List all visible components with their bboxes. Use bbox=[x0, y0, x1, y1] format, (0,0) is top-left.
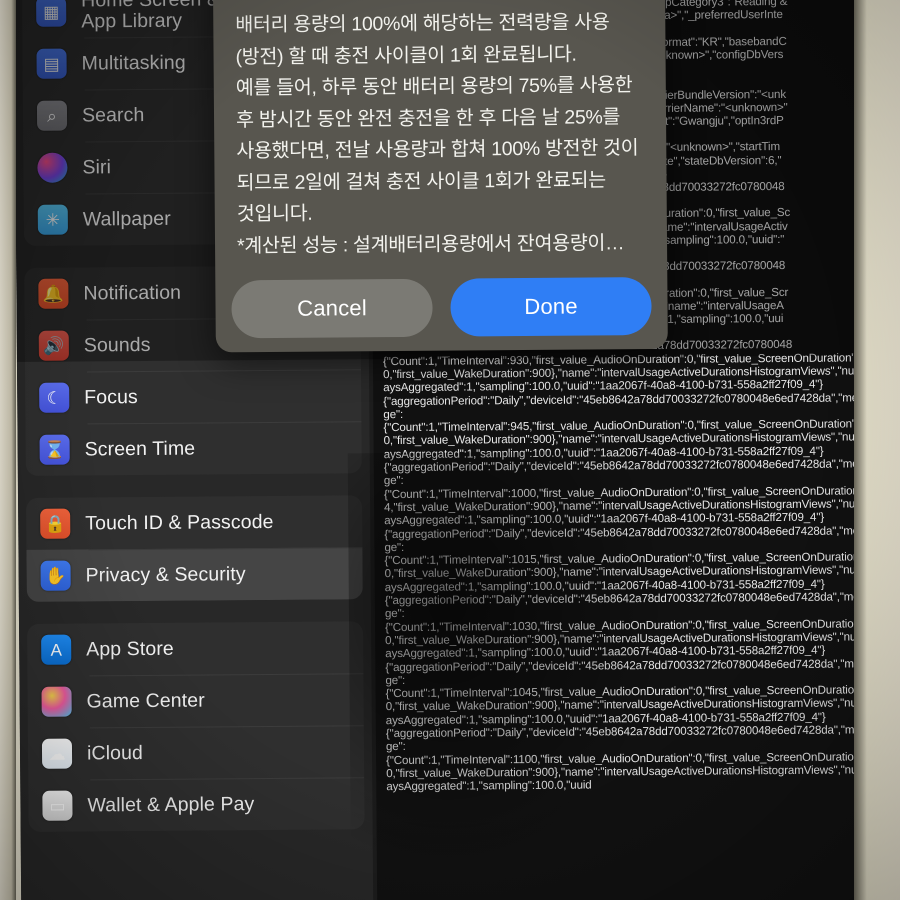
game-center-icon bbox=[41, 686, 72, 717]
sidebar-item-label: App Store bbox=[86, 637, 174, 660]
log-entry: {"Count":1,"TimeInterval":1100,"first_va… bbox=[386, 749, 876, 794]
log-entry: {"aggregationPeriod":"Daily","deviceId":… bbox=[384, 590, 878, 621]
log-entry: {"aggregationPeriod":"Daily","deviceId":… bbox=[385, 723, 879, 754]
dialog-button-bar: Cancel Done bbox=[231, 277, 652, 339]
focus-moon-icon: ☾ bbox=[39, 382, 70, 413]
app-store-icon: A bbox=[41, 634, 72, 665]
sidebar-item-label: Screen Time bbox=[84, 437, 196, 460]
dialog-body-line: 것입니다. bbox=[236, 202, 313, 226]
sidebar-item-label: iCloud bbox=[86, 741, 144, 764]
sidebar-item-label: Touch ID & Passcode bbox=[85, 510, 274, 534]
tablet-screen: ▦Home Screen &App Library▤Multitasking⌕S… bbox=[14, 0, 888, 900]
dialog-body-line: 후 밤시간 동안 완전 충전을 한 후 다음 날 25%를 bbox=[235, 105, 621, 131]
dialog-body-line: 되므로 2일에 걸쳐 충전 사이클 1회가 완료되는 bbox=[236, 168, 606, 194]
sidebar-group: A App Store Game Center ☁ iCloud ▭ Wallet & Ap… bbox=[27, 621, 365, 832]
photo-left-border bbox=[0, 0, 16, 900]
dialog-body-text: 배터리 용량의 100%에 해당하는 전력량을 사용 (방전) 할 때 충전 사이… bbox=[235, 7, 647, 262]
log-entry: {"Count":1,"TimeInterval":1030,"first_va… bbox=[384, 616, 874, 661]
battery-info-dialog: 계산된 성능˚ : 96.1%(4922/5124mAh) 배터리 사이클 : … bbox=[212, 0, 668, 353]
photograph-of-tablet: ▦Home Screen &App Library▤Multitasking⌕S… bbox=[0, 0, 900, 900]
log-entry: {"Count":1,"TimeInterval":945,"first_val… bbox=[383, 417, 873, 461]
lock-icon: 🔒 bbox=[40, 508, 71, 539]
log-entry: {"aggregationPeriod":"Daily","deviceId":… bbox=[383, 390, 876, 421]
dialog-body-line: (방전) 할 때 충전 사이클이 1회 완료됩니다. bbox=[235, 43, 577, 68]
sidebar-item-icloud[interactable]: ☁ iCloud bbox=[28, 725, 364, 780]
dialog-body-line: 배터리 용량의 100%에 해당하는 전력량을 사용 bbox=[235, 11, 610, 37]
done-button[interactable]: Done bbox=[450, 277, 652, 337]
icloud-icon: ☁ bbox=[41, 738, 73, 769]
log-entry: {"aggregationPeriod":"Daily","deviceId":… bbox=[384, 523, 877, 554]
dialog-body-line: 예를 들어, 하루 동안 배터리 용량의 75%를 사용한 bbox=[235, 74, 633, 100]
log-body: {"Count":1,"TimeInterval":930,"first_val… bbox=[383, 351, 880, 794]
sidebar-item-screen-time[interactable]: ⌛ Screen Time bbox=[25, 421, 361, 476]
photo-right-border bbox=[854, 0, 900, 900]
dialog-body-line: *계산된 성능 : 설계배터리용량에서 잔여용량이… bbox=[236, 231, 625, 257]
sidebar-item-focus[interactable]: ☾ Focus bbox=[25, 369, 361, 424]
sidebar-item-touch-id-passcode[interactable]: 🔒 Touch ID & Passcode bbox=[26, 495, 362, 550]
sidebar-item-label: Game Center bbox=[86, 689, 205, 712]
sidebar-item-app-store[interactable]: A App Store bbox=[27, 621, 363, 676]
cancel-button[interactable]: Cancel bbox=[231, 278, 433, 339]
sidebar-group: 🔒 Touch ID & Passcode ✋ Privacy & Security bbox=[26, 495, 363, 602]
log-entry: {"aggregationPeriod":"Daily","deviceId":… bbox=[383, 457, 877, 488]
log-entry: {"Count":1,"TimeInterval":1045,"first_va… bbox=[385, 683, 875, 727]
sidebar-item-label: Wallet & Apple Pay bbox=[87, 792, 255, 816]
log-entry: {"aggregationPeriod":"Daily","deviceId":… bbox=[385, 656, 878, 687]
sidebar-item-wallet-apple-pay[interactable]: ▭ Wallet & Apple Pay bbox=[28, 777, 364, 832]
sidebar-item-label: Privacy & Security bbox=[85, 562, 246, 586]
sidebar-item-game-center[interactable]: Game Center bbox=[27, 673, 363, 728]
sidebar-item-privacy-security[interactable]: ✋ Privacy & Security bbox=[26, 547, 363, 602]
wallet-icon: ▭ bbox=[42, 790, 73, 821]
sidebar-item-label: Focus bbox=[84, 385, 138, 408]
privacy-hand-icon: ✋ bbox=[40, 560, 71, 591]
screen-time-hourglass-icon: ⌛ bbox=[39, 434, 70, 465]
log-entry: {"Count":1,"TimeInterval":1015,"first_va… bbox=[384, 550, 874, 594]
log-entry: {"Count":1,"TimeInterval":1000,"first_va… bbox=[383, 483, 873, 528]
dialog-body-line: 사용했다면, 전날 사용량과 합쳐 100% 방전한 것이 bbox=[236, 137, 639, 163]
